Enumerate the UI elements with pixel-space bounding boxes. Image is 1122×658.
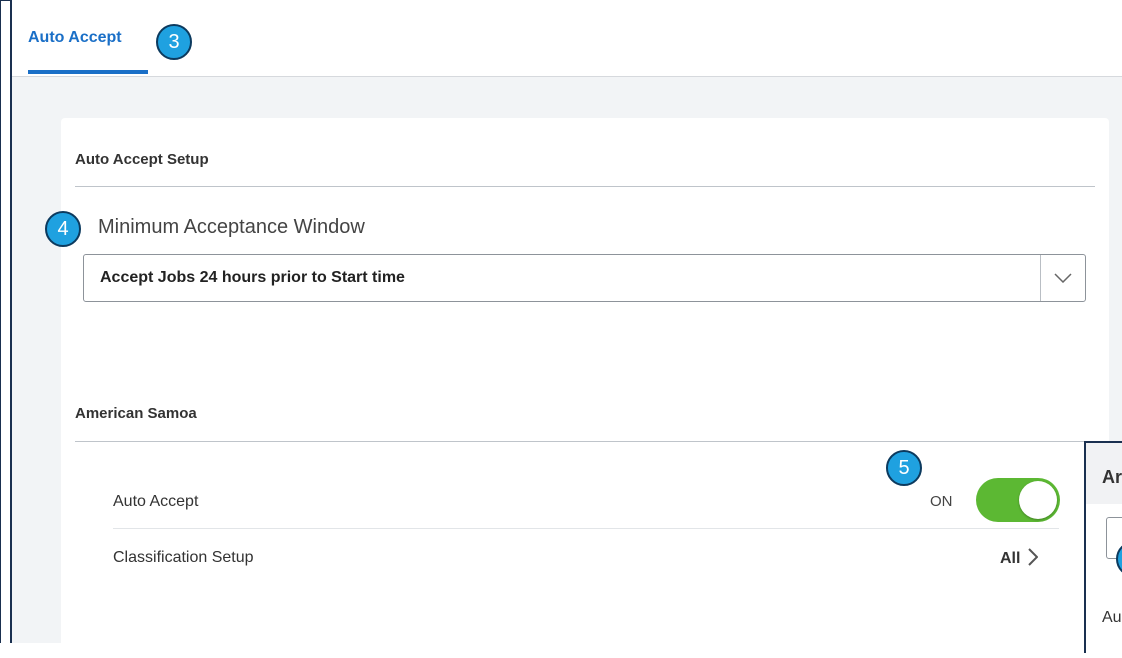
classification-setup-label: Classification Setup [113,549,254,566]
min-window-label: Minimum Acceptance Window [98,216,365,238]
row-divider [113,528,1059,529]
classification-setup-link[interactable]: All [1000,544,1039,574]
step-badge-4: 4 [45,211,81,247]
side-panel-text: Au [1102,609,1122,626]
toggle-knob [1019,481,1057,519]
side-panel-header: Ar [1086,443,1122,504]
min-window-select[interactable]: Accept Jobs 24 hours prior to Start time [83,254,1086,302]
tab-auto-accept-label: Auto Accept [28,29,122,46]
classification-setup-value: All [1000,550,1021,567]
step-badge-3: 3 [156,24,192,60]
region-divider [75,441,1085,442]
setup-divider [75,186,1095,187]
region-section-title: American Samoa [75,405,197,422]
side-panel-title: Ar [1102,467,1122,487]
side-panel-preview: Ar Au [1084,441,1122,653]
settings-card [61,118,1109,658]
setup-section-title: Auto Accept Setup [75,151,209,168]
tab-auto-accept[interactable]: Auto Accept [28,0,122,76]
tab-active-indicator [28,70,148,74]
chevron-down-icon[interactable] [1041,255,1085,301]
step-badge-5: 5 [886,450,922,486]
auto-accept-state: ON [930,493,953,510]
auto-accept-row-label: Auto Accept [113,493,199,510]
min-window-value: Accept Jobs 24 hours prior to Start time [100,269,405,286]
chevron-right-icon [1028,547,1039,571]
auto-accept-toggle[interactable] [976,478,1060,522]
